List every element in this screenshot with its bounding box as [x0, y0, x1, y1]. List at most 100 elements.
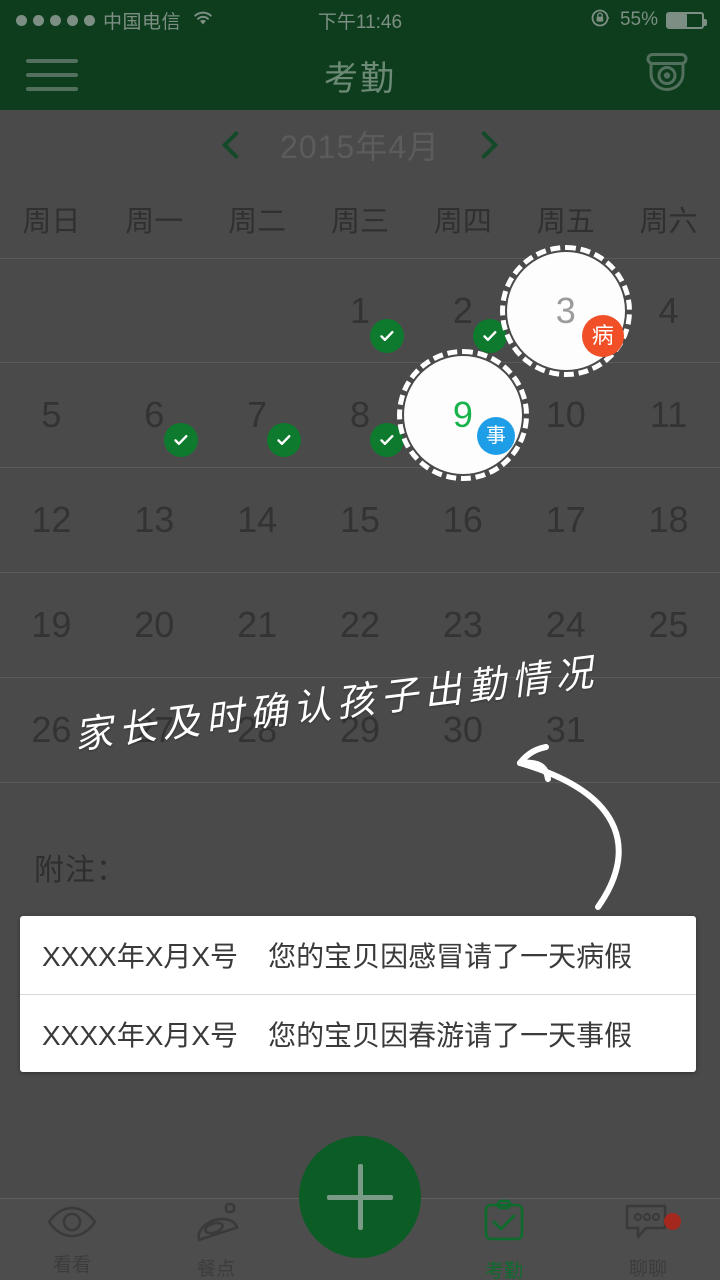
calendar-day-21[interactable]: 21	[206, 573, 309, 677]
weekday-label-2: 周二	[228, 206, 287, 238]
add-button[interactable]	[299, 1136, 421, 1258]
day-number: 13	[134, 499, 175, 540]
month-navigation: 2015年4月	[0, 110, 720, 180]
wifi-icon	[191, 9, 215, 32]
day-number: 1	[349, 289, 370, 331]
calendar-week-row: 123病4	[0, 244, 720, 377]
dome-camera-icon[interactable]	[640, 49, 694, 102]
tab-clipboard-check[interactable]: 考勤	[432, 1199, 576, 1280]
calendar-day-17[interactable]: 17	[514, 468, 617, 572]
tab-label: 聊聊	[628, 1259, 667, 1280]
day-number: 20	[134, 604, 175, 645]
weekday-label-0: 周日	[22, 206, 81, 238]
day-number: 6	[144, 394, 165, 435]
day-number: 9	[452, 394, 473, 435]
calendar-day-13[interactable]: 13	[103, 468, 206, 572]
note-row[interactable]: XXXX年X月X号 您的宝贝因感冒请了一天病假	[20, 916, 696, 994]
note-text: 您的宝贝因春游请了一天事假	[268, 1019, 633, 1051]
weekday-label-3: 周三	[330, 206, 389, 238]
nav-bar: 考勤	[0, 40, 720, 110]
signal-strength-icon	[16, 14, 95, 26]
day-number: 3	[555, 289, 576, 331]
tab-eye[interactable]: 看看	[0, 1199, 144, 1280]
day-number: 10	[545, 394, 586, 435]
calendar-day-5[interactable]: 5	[0, 363, 103, 467]
chevron-left-icon[interactable]	[221, 130, 251, 160]
weekday-label-4: 周四	[433, 206, 492, 238]
notes-card: XXXX年X月X号 您的宝贝因感冒请了一天病假 XXXX年X月X号 您的宝贝因春游请了…	[20, 916, 696, 1072]
chevron-right-icon[interactable]	[469, 130, 499, 160]
tab-label: 餐点	[196, 1259, 235, 1280]
curved-arrow-icon	[480, 725, 650, 920]
weekday-label-1: 周一	[125, 206, 184, 238]
attendance-check-icon	[164, 423, 199, 457]
day-number: 14	[237, 499, 278, 540]
calendar-day-3[interactable]: 3病	[499, 244, 632, 377]
calendar-day-empty	[0, 259, 103, 362]
day-number: 5	[41, 394, 62, 435]
page-title: 考勤	[324, 59, 396, 98]
calendar-day-20[interactable]: 20	[103, 573, 206, 677]
day-number: 22	[339, 604, 381, 645]
day-number: 18	[648, 499, 689, 540]
app-screen: 中国电信 下午11:46 55% 考勤 2015年4月 周日 周一 周二 周三 …	[0, 0, 720, 1280]
status-bar-left: 中国电信	[16, 7, 215, 34]
weekday-header: 周日 周一 周二 周三 周四 周五 周六	[0, 180, 720, 258]
clipboard-check-icon	[481, 1199, 527, 1250]
calendar-day-15[interactable]: 15	[309, 468, 412, 572]
day-number: 15	[339, 499, 381, 540]
calendar-day-16[interactable]: 16	[411, 468, 514, 572]
day-number: 2	[452, 289, 473, 331]
day-number: 24	[545, 604, 586, 645]
attendance-check-icon	[369, 318, 404, 353]
note-date: XXXX年X月X号	[42, 1019, 239, 1051]
day-number: 17	[545, 499, 586, 540]
calendar-week-row: 19 20 21 22 23 24 25	[0, 573, 720, 678]
calendar-day-7[interactable]: 7	[206, 363, 309, 467]
day-number: 26	[31, 709, 72, 750]
sick-leave-badge: 病	[581, 314, 624, 357]
calendar-day-25[interactable]: 25	[617, 573, 720, 677]
current-month-label: 2015年4月	[280, 129, 440, 165]
status-bar: 中国电信 下午11:46 55%	[0, 0, 720, 40]
note-row[interactable]: XXXX年X月X号 您的宝贝因春游请了一天事假	[20, 994, 696, 1072]
day-number: 21	[237, 604, 278, 645]
day-number: 25	[648, 604, 689, 645]
day-number: 16	[442, 499, 483, 540]
personal-leave-badge: 事	[476, 417, 515, 455]
tab-food-cloche[interactable]: 餐点	[144, 1199, 288, 1280]
calendar-day-6[interactable]: 6	[103, 363, 206, 467]
day-number: 30	[442, 709, 483, 750]
calendar-day-22[interactable]: 22	[309, 573, 412, 677]
calendar-day-12[interactable]: 12	[0, 468, 103, 572]
calendar-day-10[interactable]: 10	[514, 363, 617, 467]
weekday-label-6: 周六	[639, 206, 698, 238]
calendar-day-4[interactable]: 4	[617, 259, 720, 362]
attendance-check-icon	[267, 423, 302, 457]
tab-label: 看看	[52, 1255, 91, 1276]
eye-icon	[46, 1205, 98, 1244]
calendar-day-empty	[103, 259, 206, 362]
day-number: 4	[658, 289, 679, 331]
day-number: 23	[442, 604, 483, 645]
carrier-name: 中国电信	[103, 11, 182, 33]
food-cloche-icon	[190, 1201, 242, 1248]
calendar-day-14[interactable]: 14	[206, 468, 309, 572]
day-number: 7	[247, 394, 268, 435]
weekday-label-5: 周五	[536, 206, 595, 238]
hamburger-menu-icon[interactable]	[26, 59, 78, 91]
status-bar-right: 55%	[590, 7, 707, 34]
calendar-week-row: 5 6 7 8 9 事 10 11	[0, 349, 720, 481]
tab-label: 考勤	[484, 1261, 523, 1280]
day-number: 11	[649, 394, 688, 435]
day-number: 8	[349, 394, 370, 435]
calendar-day-11[interactable]: 11	[617, 363, 720, 467]
calendar-day-empty	[206, 259, 309, 362]
calendar-day-1[interactable]: 1	[309, 259, 412, 362]
tab-chat-bubble[interactable]: 聊聊	[576, 1199, 720, 1280]
calendar-day-18[interactable]: 18	[617, 468, 720, 572]
notes-label: 附注：	[34, 854, 127, 887]
day-number: 19	[31, 604, 72, 645]
calendar-day-19[interactable]: 19	[0, 573, 103, 677]
calendar-day-9[interactable]: 9事	[396, 349, 529, 481]
